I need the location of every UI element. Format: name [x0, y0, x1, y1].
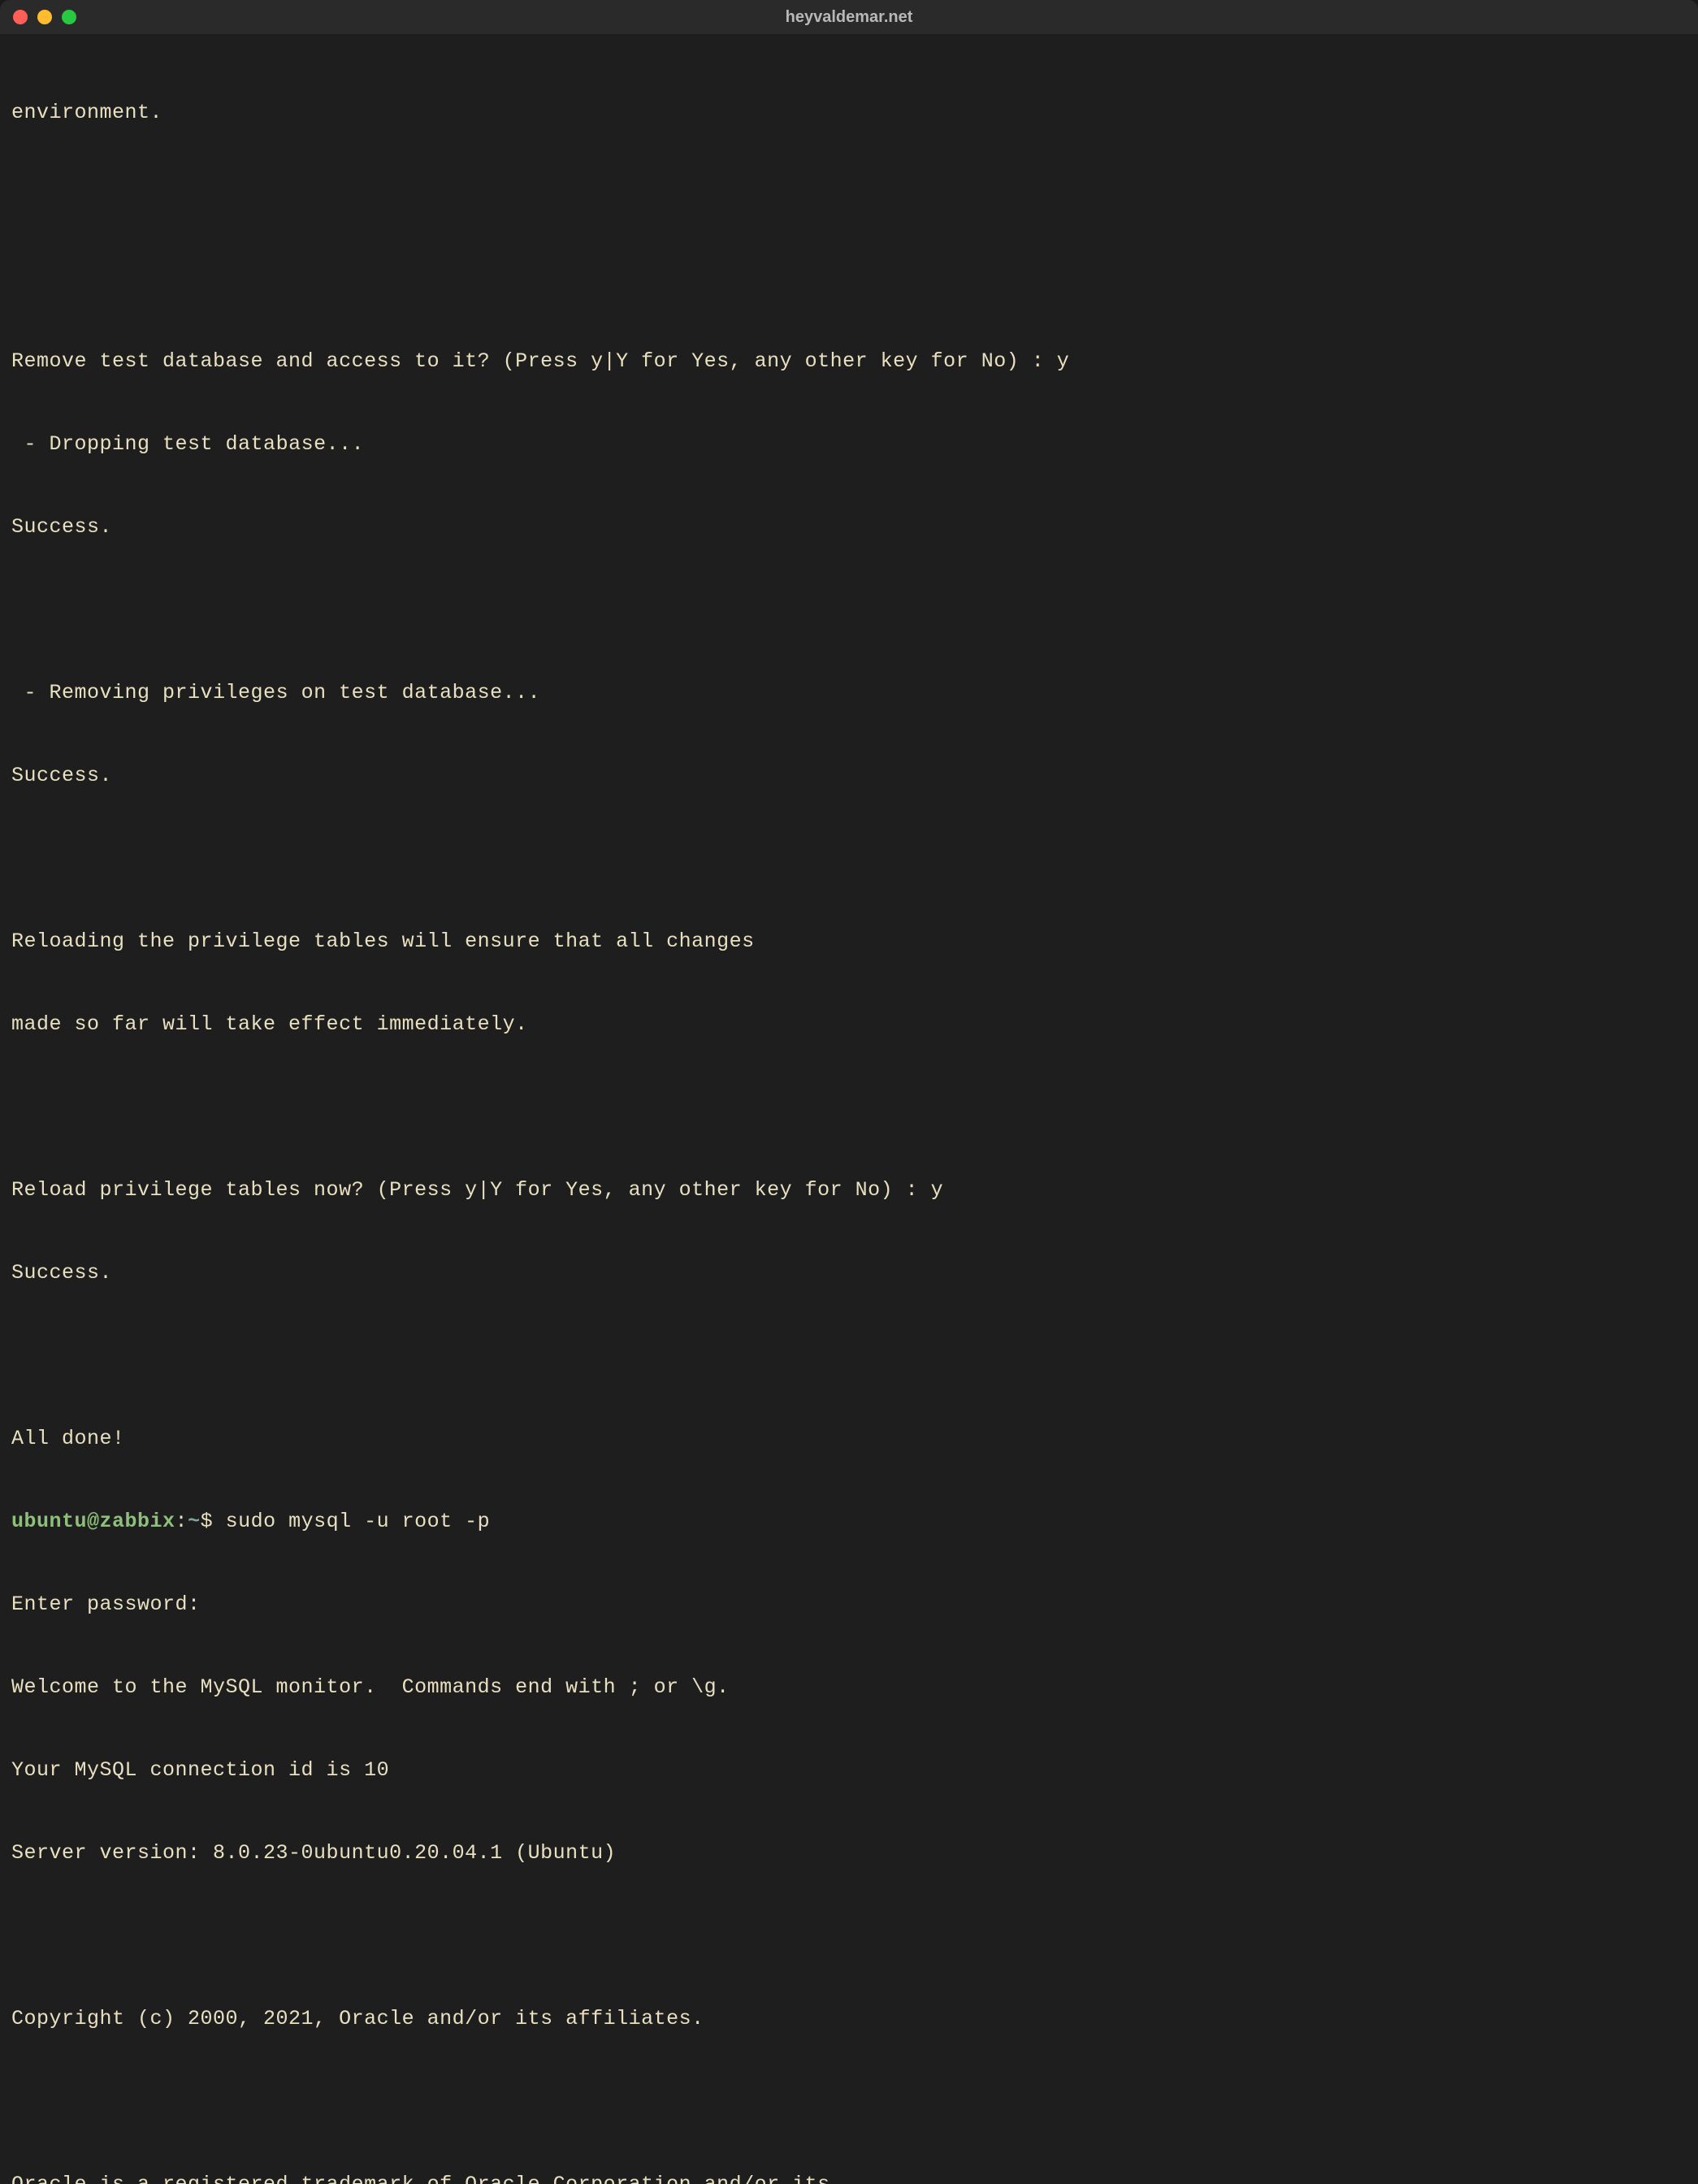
window-controls: [13, 10, 76, 24]
terminal-line: [11, 182, 1687, 210]
terminal-line: [11, 1094, 1687, 1121]
terminal-line: [11, 1922, 1687, 1950]
window-title: heyvaldemar.net: [786, 8, 913, 27]
terminal-line: Success.: [11, 514, 1687, 541]
terminal-body[interactable]: environment. Remove test database and ac…: [0, 34, 1698, 2184]
terminal-line: Welcome to the MySQL monitor. Commands e…: [11, 1674, 1687, 1701]
terminal-line: [11, 1342, 1687, 1370]
maximize-icon[interactable]: [62, 10, 76, 24]
terminal-line: environment.: [11, 99, 1687, 127]
terminal-line: [11, 596, 1687, 624]
prompt-separator: :: [175, 1510, 188, 1533]
terminal-window: heyvaldemar.net environment. Remove test…: [0, 0, 1698, 2184]
prompt-user-host: ubuntu@zabbix: [11, 1510, 175, 1533]
terminal-line: Copyright (c) 2000, 2021, Oracle and/or …: [11, 2005, 1687, 2033]
terminal-line: - Dropping test database...: [11, 431, 1687, 458]
prompt-symbol: $: [201, 1510, 214, 1533]
terminal-line: Oracle is a registered trademark of Orac…: [11, 2171, 1687, 2184]
terminal-line: - Removing privileges on test database..…: [11, 679, 1687, 707]
minimize-icon[interactable]: [37, 10, 52, 24]
shell-prompt-line: ubuntu@zabbix:~$ sudo mysql -u root -p: [11, 1508, 1687, 1536]
terminal-line: made so far will take effect immediately…: [11, 1011, 1687, 1038]
title-bar: heyvaldemar.net: [0, 0, 1698, 34]
terminal-line: Enter password:: [11, 1591, 1687, 1618]
terminal-line: Your MySQL connection id is 10: [11, 1757, 1687, 1784]
shell-command: sudo mysql -u root -p: [226, 1510, 491, 1533]
terminal-line: [11, 265, 1687, 292]
terminal-line: Success.: [11, 762, 1687, 790]
close-icon[interactable]: [13, 10, 28, 24]
terminal-line: [11, 845, 1687, 873]
terminal-line: Remove test database and access to it? (…: [11, 348, 1687, 375]
terminal-line: [11, 2088, 1687, 2116]
terminal-line: All done!: [11, 1425, 1687, 1453]
terminal-line: Reloading the privilege tables will ensu…: [11, 928, 1687, 956]
terminal-line: Success.: [11, 1259, 1687, 1287]
terminal-line: Server version: 8.0.23-0ubuntu0.20.04.1 …: [11, 1840, 1687, 1867]
terminal-line: Reload privilege tables now? (Press y|Y …: [11, 1176, 1687, 1204]
prompt-path: ~: [188, 1510, 201, 1533]
